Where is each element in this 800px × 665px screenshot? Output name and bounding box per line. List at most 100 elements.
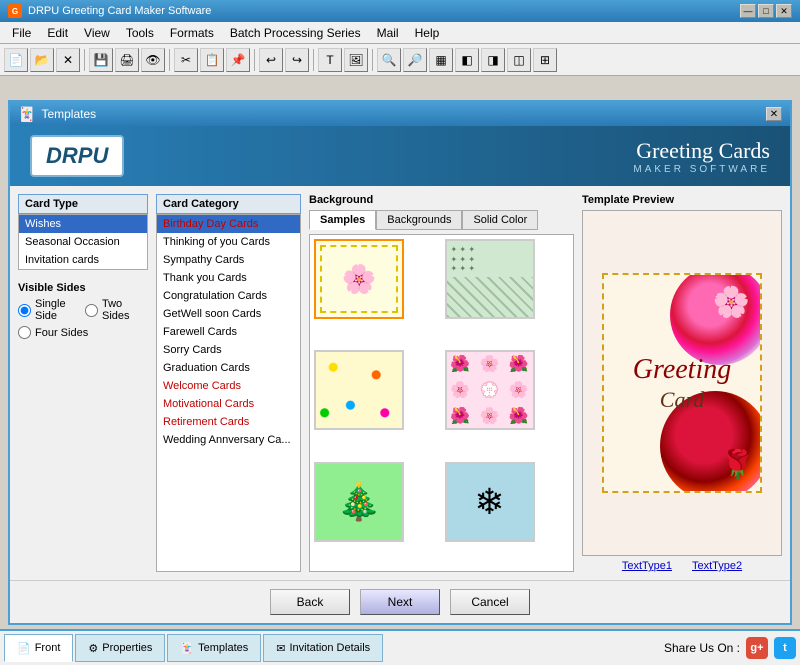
toolbar-image[interactable]: 🖼 [344, 48, 368, 72]
radio-two-input[interactable] [85, 304, 98, 317]
category-sympathy[interactable]: Sympathy Cards [157, 251, 300, 269]
card-category-header: Card Category [156, 194, 301, 214]
back-button[interactable]: Back [270, 589, 350, 615]
logo-area: DRPU Greeting Cards MAKER SOFTWARE [10, 126, 790, 186]
invitation-tab-icon: ✉ [276, 642, 285, 655]
toolbar-close[interactable]: ✕ [56, 48, 80, 72]
toolbar-redo[interactable]: ↪ [285, 48, 309, 72]
bg-sample-6[interactable]: ❄ [445, 462, 535, 542]
toolbar-zoom-in[interactable]: 🔍 [377, 48, 401, 72]
twitter-button[interactable]: t [774, 637, 796, 659]
dialog-title-bar: 🃏 Templates ✕ [10, 102, 790, 126]
bg-sample-5[interactable]: 🎄 [314, 462, 404, 542]
status-tab-front[interactable]: 📄 Front [4, 634, 73, 662]
bg-sample-2[interactable]: ✦ ✦ ✦✦ ✦ ✦✦ ✦ ✦ [445, 239, 535, 319]
toolbar-separator-5 [372, 49, 373, 71]
dialog-close-button[interactable]: ✕ [766, 107, 782, 121]
properties-tab-icon: ⚙ [88, 642, 98, 655]
window-controls[interactable]: — □ ✕ [740, 4, 792, 18]
category-welcome[interactable]: Welcome Cards [157, 377, 300, 395]
tab-backgrounds[interactable]: Backgrounds [376, 210, 462, 230]
radio-single-input[interactable] [18, 304, 31, 317]
radio-two-sides[interactable]: Two Sides [85, 298, 148, 322]
status-tab-properties[interactable]: ⚙ Properties [75, 634, 165, 662]
radio-single-side[interactable]: Single Side [18, 298, 81, 322]
card-type-header: Card Type [18, 194, 148, 214]
tab-samples[interactable]: Samples [309, 210, 376, 230]
cancel-button[interactable]: Cancel [450, 589, 530, 615]
visible-sides-label: Visible Sides [18, 282, 148, 294]
text-type1-link[interactable]: TextType1 [622, 560, 672, 572]
toolbar-undo[interactable]: ↩ [259, 48, 283, 72]
text-type-links: TextType1 TextType2 [582, 560, 782, 572]
menu-view[interactable]: View [76, 24, 118, 42]
toolbar-paste[interactable]: 📌 [226, 48, 250, 72]
menu-formats[interactable]: Formats [162, 24, 222, 42]
menu-batch[interactable]: Batch Processing Series [222, 24, 369, 42]
toolbar-save[interactable]: 💾 [89, 48, 113, 72]
background-panel: Background Samples Backgrounds Solid Col… [309, 194, 574, 572]
category-wedding[interactable]: Wedding Annversary Ca... [157, 431, 300, 449]
category-motivational[interactable]: Motivational Cards [157, 395, 300, 413]
toolbar-preview[interactable]: 👁 [141, 48, 165, 72]
category-list: Birthday Day Cards Thinking of you Cards… [156, 214, 301, 572]
category-thinking[interactable]: Thinking of you Cards [157, 233, 300, 251]
card-type-seasonal[interactable]: Seasonal Occasion [19, 233, 147, 251]
toolbar-extra1[interactable]: ◧ [455, 48, 479, 72]
templates-dialog: 🃏 Templates ✕ DRPU Greeting Cards MAKER … [8, 100, 792, 625]
next-button[interactable]: Next [360, 589, 440, 615]
radio-four-sides[interactable]: Four Sides [18, 326, 148, 339]
menu-file[interactable]: File [4, 24, 39, 42]
category-getwell[interactable]: GetWell soon Cards [157, 305, 300, 323]
status-tab-invitation[interactable]: ✉ Invitation Details [263, 634, 383, 662]
status-bar: 📄 Front ⚙ Properties 🃏 Templates ✉ Invit… [0, 629, 800, 665]
invitation-tab-label: Invitation Details [289, 642, 370, 654]
category-sorry[interactable]: Sorry Cards [157, 341, 300, 359]
menu-mail[interactable]: Mail [369, 24, 407, 42]
category-retirement[interactable]: Retirement Cards [157, 413, 300, 431]
toolbar-separator-4 [313, 49, 314, 71]
radio-two-label: Two Sides [102, 298, 148, 322]
bg-sample-4[interactable]: 🌺🌸🌺 🌸💮🌸 🌺🌸🌺 [445, 350, 535, 430]
toolbar-barcode[interactable]: ▦ [429, 48, 453, 72]
card-type-list: Wishes Seasonal Occasion Invitation card… [18, 214, 148, 270]
toolbar-open[interactable]: 📂 [30, 48, 54, 72]
toolbar-copy[interactable]: 📋 [200, 48, 224, 72]
preview-text-area: Greeting Card [633, 353, 732, 413]
bg-sample-1[interactable]: 🌸 [314, 239, 404, 319]
app-name-sub: MAKER SOFTWARE [633, 164, 770, 175]
category-farewell[interactable]: Farewell Cards [157, 323, 300, 341]
status-tab-templates[interactable]: 🃏 Templates [167, 634, 261, 662]
google-plus-button[interactable]: g+ [746, 637, 768, 659]
app-name-main: Greeting Cards [633, 138, 770, 164]
close-button[interactable]: ✕ [776, 4, 792, 18]
toolbar-extra3[interactable]: ◫ [507, 48, 531, 72]
preview-greeting-line1: Greeting [633, 353, 732, 387]
title-bar: G DRPU Greeting Card Maker Software — □ … [0, 0, 800, 22]
radio-four-label: Four Sides [35, 327, 88, 339]
toolbar-new[interactable]: 📄 [4, 48, 28, 72]
card-type-wishes[interactable]: Wishes [19, 215, 147, 233]
preview-box: 🌸 🌹 Greeting Card [582, 210, 782, 556]
minimize-button[interactable]: — [740, 4, 756, 18]
toolbar-zoom-out[interactable]: 🔎 [403, 48, 427, 72]
category-graduation[interactable]: Graduation Cards [157, 359, 300, 377]
toolbar-cut[interactable]: ✂ [174, 48, 198, 72]
toolbar-text[interactable]: T [318, 48, 342, 72]
toolbar-print[interactable]: 🖨 [115, 48, 139, 72]
radio-four-input[interactable] [18, 326, 31, 339]
preview-panel: Template Preview 🌸 🌹 [582, 194, 782, 572]
tab-solid-color[interactable]: Solid Color [462, 210, 538, 230]
card-type-invitation[interactable]: Invitation cards [19, 251, 147, 269]
maximize-button[interactable]: □ [758, 4, 774, 18]
toolbar-extra4[interactable]: ⊞ [533, 48, 557, 72]
menu-tools[interactable]: Tools [118, 24, 162, 42]
category-thankyou[interactable]: Thank you Cards [157, 269, 300, 287]
text-type2-link[interactable]: TextType2 [692, 560, 742, 572]
bg-sample-3[interactable] [314, 350, 404, 430]
menu-help[interactable]: Help [407, 24, 448, 42]
category-congratulation[interactable]: Congratulation Cards [157, 287, 300, 305]
toolbar-extra2[interactable]: ◨ [481, 48, 505, 72]
category-birthday[interactable]: Birthday Day Cards [157, 215, 300, 233]
menu-edit[interactable]: Edit [39, 24, 76, 42]
